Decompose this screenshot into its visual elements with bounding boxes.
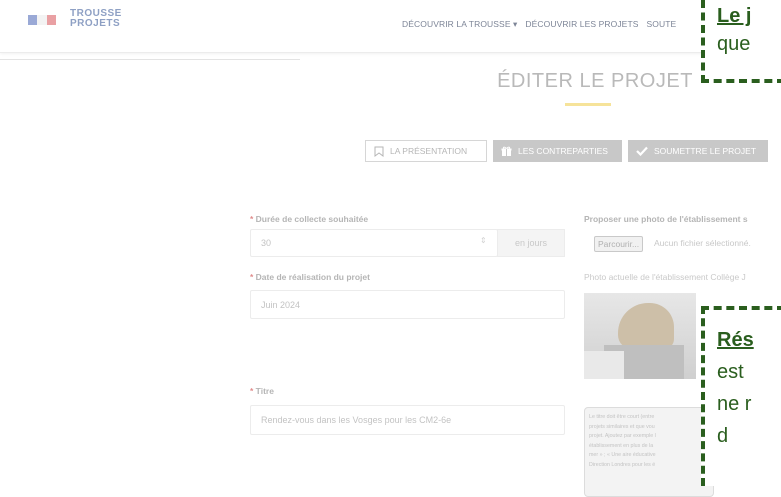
tab-presentation[interactable]: LA PRÉSENTATION <box>365 140 487 162</box>
tooltip-callout: Rés est ne r d <box>701 306 781 486</box>
help-line: Le titre doit être court (entre <box>589 414 655 420</box>
no-file-text: Aucun fichier sélectionné. <box>654 238 751 248</box>
main-nav: DÉCOUVRIR LA TROUSSE ▾ DÉCOUVRIR LES PRO… <box>402 19 676 30</box>
help-line: établissement en plus de la <box>589 442 654 449</box>
french-flag-icon <box>28 15 56 25</box>
nav-decouvrir-trousse[interactable]: DÉCOUVRIR LA TROUSSE ▾ <box>402 19 517 30</box>
date-label: * Date de réalisation du projet <box>250 272 370 282</box>
callout-heading: Rés <box>717 329 754 351</box>
nav-soutenir[interactable]: SOUTE <box>647 19 677 30</box>
callout-heading: Le j <box>717 5 752 27</box>
callout-line: ne r <box>717 393 752 415</box>
date-label-text: Date de réalisation du projet <box>255 272 370 282</box>
gift-icon <box>501 146 512 156</box>
tab-contreparties-label: LES CONTREPARTIES <box>518 146 608 156</box>
check-icon <box>636 146 648 156</box>
tab-soumettre-label: SOUMETTRE LE PROJET <box>654 146 757 156</box>
help-line: mer » ; « Une aire éducative <box>589 452 656 459</box>
nav-decouvrir-projets[interactable]: DÉCOUVRIR LES PROJETS <box>525 19 638 30</box>
title-underline <box>565 103 611 106</box>
help-line: projet. Ajoutez par exemple l <box>589 433 656 440</box>
stepper-icon[interactable]: ⇕ <box>480 236 487 245</box>
edit-tabs: LA PRÉSENTATION LES CONTREPARTIES SOUMET… <box>365 140 768 162</box>
help-line: projets similaires et que vou <box>589 423 655 430</box>
photo-label: Proposer une photo de l'établissement s <box>584 214 748 224</box>
duree-input[interactable]: 30 <box>250 229 498 257</box>
duree-label: * Durée de collecte souhaitée <box>250 214 369 224</box>
titre-label: * Titre <box>250 386 274 396</box>
help-line: Direction Londres pour les é <box>589 461 656 468</box>
titre-label-text: Titre <box>255 386 274 396</box>
tab-soumettre[interactable]: SOUMETTRE LE PROJET <box>628 140 768 162</box>
divider <box>0 59 300 60</box>
site-header: TROUSSE PROJETS DÉCOUVRIR LA TROUSSE ▾ D… <box>0 0 781 53</box>
current-photo-caption: Photo actuelle de l'établissement Collèg… <box>584 272 746 282</box>
callout-line: que <box>717 33 751 55</box>
duree-label-text: Durée de collecte souhaitée <box>255 214 369 224</box>
page-title: ÉDITER LE PROJET <box>497 70 693 92</box>
duree-unit: en jours <box>497 229 565 257</box>
callout-line: est <box>717 361 744 383</box>
logo-line-2: PROJETS <box>70 18 121 29</box>
site-logo[interactable]: TROUSSE PROJETS <box>70 9 122 29</box>
tab-presentation-label: LA PRÉSENTATION <box>390 146 468 156</box>
establishment-photo <box>584 293 696 379</box>
tab-contreparties[interactable]: LES CONTREPARTIES <box>493 140 622 162</box>
bookmark-icon <box>374 146 384 157</box>
callout-line: d <box>717 425 729 447</box>
title-help-box: Le titre doit être court (entre projets … <box>584 407 714 497</box>
titre-input[interactable]: Rendez-vous dans les Vosges pour les CM2… <box>250 405 565 435</box>
browse-button[interactable]: Parcourir... <box>594 236 644 252</box>
date-input[interactable]: Juin 2024 <box>250 290 565 319</box>
tooltip-callout: Le j que <box>701 0 781 83</box>
